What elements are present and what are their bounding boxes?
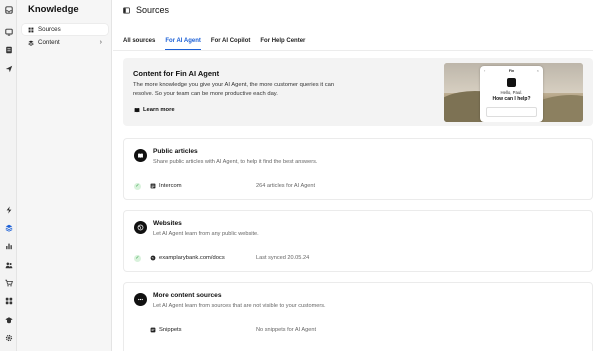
messenger-header: Fin bbox=[508, 69, 515, 73]
card-subtitle: Share public articles with AI Agent, to … bbox=[153, 159, 318, 165]
lightning-icon[interactable] bbox=[3, 204, 14, 215]
grid-icon bbox=[28, 27, 34, 33]
tab-for-help-center[interactable]: For Help Center bbox=[260, 38, 305, 50]
knowledge-sidebar: Knowledge Sources Content › bbox=[17, 0, 112, 351]
messenger-greeting: Hello, Paul. bbox=[500, 90, 523, 95]
close-icon: × bbox=[536, 68, 539, 73]
settings-gear-icon[interactable] bbox=[3, 332, 14, 343]
card-title: Public articles bbox=[153, 148, 198, 155]
card-subtitle: Let AI Agent learn from any public websi… bbox=[153, 231, 259, 237]
sidebar-item-content[interactable]: Content › bbox=[22, 37, 108, 48]
layers-icon bbox=[28, 40, 34, 46]
card-title: More content sources bbox=[153, 292, 222, 299]
source-tabs: All sources For AI Agent For AI Copilot … bbox=[123, 38, 315, 50]
snippet-icon bbox=[150, 327, 156, 333]
check-icon: ✓ bbox=[134, 182, 141, 190]
people-icon[interactable] bbox=[3, 259, 14, 270]
tab-for-ai-agent[interactable]: For AI Agent bbox=[165, 38, 201, 50]
card-title: Websites bbox=[153, 220, 182, 227]
source-name: Intercom bbox=[159, 183, 182, 189]
more-icon bbox=[134, 293, 147, 306]
websites-card: Websites Let AI Agent learn from any pub… bbox=[123, 210, 593, 272]
sidebar-title: Knowledge bbox=[28, 4, 79, 15]
inbox-icon[interactable] bbox=[3, 4, 14, 15]
card-subtitle: Let AI Agent learn from sources that are… bbox=[153, 303, 326, 309]
hero-preview-image: ‹ Fin × Hello, Paul. How can I help? bbox=[444, 63, 583, 122]
send-icon[interactable] bbox=[3, 63, 14, 74]
source-row[interactable]: Snippets No snippets for AI Agent bbox=[134, 325, 584, 335]
apps-icon[interactable] bbox=[3, 295, 14, 306]
tab-all-sources[interactable]: All sources bbox=[123, 38, 155, 50]
globe-icon bbox=[150, 255, 156, 261]
sidebar-item-label: Sources bbox=[38, 26, 61, 33]
tabs-divider bbox=[113, 50, 593, 51]
source-row[interactable]: ✓ examplarybank.com/docs Last synced 20.… bbox=[134, 253, 584, 263]
book-icon bbox=[134, 149, 147, 162]
check-icon: ✓ bbox=[134, 254, 141, 262]
sidebar-item-label: Content bbox=[38, 39, 60, 46]
monitor-icon[interactable] bbox=[3, 26, 14, 37]
source-meta: No snippets for AI Agent bbox=[256, 327, 317, 333]
sidebar-item-sources[interactable]: Sources bbox=[22, 24, 108, 35]
public-articles-card: Public articles Share public articles wi… bbox=[123, 138, 593, 200]
learn-more-label: Learn more bbox=[143, 107, 175, 113]
source-row[interactable]: ✓ Intercom 264 articles for AI Agent bbox=[134, 181, 584, 191]
source-name: examplarybank.com/docs bbox=[159, 255, 225, 261]
messenger-preview: ‹ Fin × Hello, Paul. How can I help? bbox=[480, 66, 543, 122]
more-content-sources-card: More content sources Let AI Agent learn … bbox=[123, 282, 593, 351]
learn-more-link[interactable]: Learn more bbox=[134, 107, 175, 113]
chevron-right-icon: › bbox=[99, 39, 102, 46]
tab-for-ai-copilot[interactable]: For AI Copilot bbox=[211, 38, 250, 50]
sidebar-toggle-icon[interactable] bbox=[123, 7, 130, 14]
hero-title: Content for Fin AI Agent bbox=[133, 69, 220, 78]
hero-description: The more knowledge you give your AI Agen… bbox=[133, 82, 335, 97]
messenger-message-preview bbox=[486, 107, 537, 117]
main-content: Sources All sources For AI Agent For AI … bbox=[113, 0, 593, 351]
messenger-prompt: How can I help? bbox=[492, 96, 531, 102]
contacts-icon[interactable] bbox=[3, 44, 14, 55]
icon-rail bbox=[0, 0, 17, 351]
source-meta: Last synced 20.05.24 bbox=[256, 255, 310, 261]
reports-icon[interactable] bbox=[3, 240, 14, 251]
globe-icon bbox=[134, 221, 147, 234]
article-icon bbox=[150, 183, 156, 189]
knowledge-icon[interactable] bbox=[3, 222, 14, 233]
fin-logo-icon bbox=[507, 78, 516, 87]
cart-icon[interactable] bbox=[3, 277, 14, 288]
source-name: Snippets bbox=[159, 327, 182, 333]
academy-icon[interactable] bbox=[3, 314, 14, 325]
book-icon bbox=[134, 107, 140, 113]
page-title: Sources bbox=[136, 5, 170, 15]
source-meta: 264 articles for AI Agent bbox=[256, 183, 316, 189]
hero-banner: Content for Fin AI Agent The more knowle… bbox=[123, 58, 593, 126]
